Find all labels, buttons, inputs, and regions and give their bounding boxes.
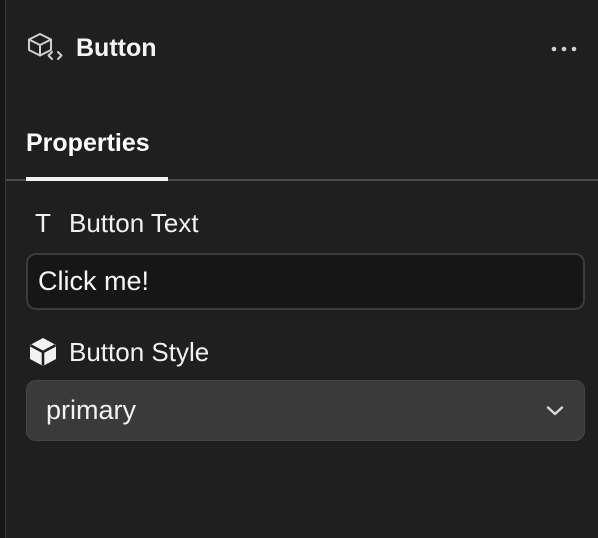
- button-style-select[interactable]: primary: [26, 380, 585, 441]
- panel-header: Button: [26, 28, 157, 68]
- more-horizontal-icon: [551, 39, 577, 57]
- button-text-label: T Button Text: [26, 205, 199, 241]
- button-style-label-text: Button Style: [69, 336, 210, 367]
- more-options-button[interactable]: [548, 30, 580, 66]
- panel-left-border: [0, 0, 6, 538]
- button-style-selected-value: primary: [46, 395, 137, 425]
- component-title: Button: [76, 33, 157, 62]
- button-text-input[interactable]: [26, 253, 585, 310]
- component-code-icon: [26, 30, 66, 66]
- active-tab-indicator: [26, 177, 168, 181]
- component-properties-panel: Button Properties T Button Text Click me…: [0, 0, 598, 538]
- cube-icon: [26, 335, 60, 369]
- chevron-down-icon: [544, 400, 566, 422]
- tab-label: Properties: [26, 129, 150, 157]
- tab-properties[interactable]: Properties: [26, 106, 150, 181]
- button-style-label: Button Style: [26, 334, 209, 370]
- button-text-label-text: Button Text: [69, 207, 199, 238]
- tab-bar: Properties: [6, 106, 598, 181]
- text-type-icon: T: [35, 207, 51, 238]
